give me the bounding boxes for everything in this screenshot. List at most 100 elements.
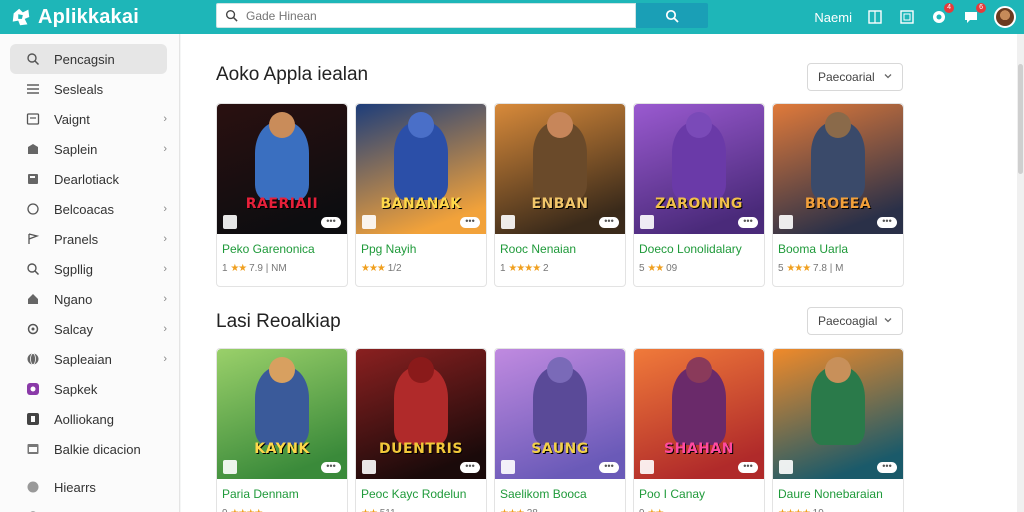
sidebar-item[interactable]: Sesleals bbox=[10, 74, 167, 104]
sidebar-item[interactable]: Saplein › bbox=[10, 134, 167, 164]
app-name[interactable]: Doeco Lonolidalary bbox=[639, 242, 764, 256]
app-card[interactable]: ENBAN ••• Rooc Nenaian 1 ★★★★ 2 bbox=[494, 103, 626, 287]
app-thumbnail[interactable]: BANANAK ••• bbox=[356, 104, 486, 234]
app-card[interactable]: BROEEA ••• Booma Uarla 5 ★★★ 7.8 | M bbox=[772, 103, 904, 287]
user-avatar[interactable] bbox=[994, 6, 1016, 28]
sidebar-item[interactable]: Ngano › bbox=[10, 284, 167, 314]
app-thumbnail[interactable]: ENBAN ••• bbox=[495, 104, 625, 234]
app-badge bbox=[640, 460, 654, 474]
sort-label: Paecoarial bbox=[818, 70, 875, 84]
app-name[interactable]: Poo I Canay bbox=[639, 487, 764, 501]
search-input[interactable] bbox=[246, 8, 626, 23]
character-head bbox=[547, 357, 573, 383]
sidebar-item[interactable]: Belcoacas › bbox=[10, 194, 167, 224]
sidebar-item[interactable]: Hiearrs bbox=[10, 472, 167, 502]
search-icon bbox=[225, 9, 238, 22]
app-thumbnail[interactable]: SHAHAN ••• bbox=[634, 349, 764, 479]
sidebar-item[interactable]: Vaignt › bbox=[10, 104, 167, 134]
app-stats: 511 bbox=[380, 508, 396, 512]
search-button[interactable] bbox=[636, 3, 708, 28]
rating-value: 5 bbox=[639, 263, 645, 274]
card-row: KAYNK••• Paria Dennam 9 ★★★★ DUENTRIS••• Pe… bbox=[216, 348, 911, 512]
more-options-icon[interactable]: ••• bbox=[599, 462, 619, 473]
sidebar-item[interactable]: Dearlotiack bbox=[10, 164, 167, 194]
app-stats: 28 bbox=[527, 508, 538, 512]
more-options-icon[interactable]: ••• bbox=[599, 217, 619, 228]
sidebar-item[interactable]: Sapkek bbox=[10, 374, 167, 404]
sort-dropdown[interactable]: Paecoarial bbox=[807, 63, 903, 91]
rating-stars: ★★★★ bbox=[778, 508, 811, 512]
app-badge bbox=[362, 460, 376, 474]
sort-dropdown[interactable]: Paecoagial bbox=[807, 307, 903, 335]
sidebar-item-label: Sapleaian bbox=[54, 351, 112, 367]
sidebar-item[interactable]: Hiaopring bbox=[10, 502, 167, 512]
scrollbar-thumb[interactable] bbox=[1018, 64, 1023, 174]
more-options-icon[interactable]: ••• bbox=[460, 217, 480, 228]
app-card[interactable]: SHAHAN ••• Poo I Canay 9 ★★ bbox=[633, 348, 765, 512]
chevron-right-icon: › bbox=[163, 113, 167, 125]
app-thumbnail[interactable]: KAYNK ••• bbox=[217, 349, 347, 479]
app-thumbnail[interactable]: SAUNG ••• bbox=[495, 349, 625, 479]
sidebar-item-label: Sapkek bbox=[54, 381, 98, 397]
chevron-right-icon: › bbox=[163, 353, 167, 365]
more-options-icon[interactable]: ••• bbox=[460, 462, 480, 473]
sidebar-item-label: Vaignt bbox=[54, 111, 90, 127]
brand[interactable]: Aplikkakai bbox=[10, 6, 210, 29]
user-name[interactable]: Naemi bbox=[814, 10, 852, 25]
app-name[interactable]: Saelikom Booca bbox=[500, 487, 625, 501]
scrollbar[interactable] bbox=[1017, 34, 1024, 512]
app-stats: 7.8 | M bbox=[813, 263, 844, 274]
app-name[interactable]: Daure Nonebaraian bbox=[778, 487, 903, 501]
rating-stars: ★★ bbox=[230, 263, 247, 274]
app-card[interactable]: BANANAK ••• Ppg Nayih ★★★ 1/2 bbox=[355, 103, 487, 287]
app-badge bbox=[501, 460, 515, 474]
app-thumbnail[interactable]: ••• bbox=[773, 349, 903, 479]
book-icon bbox=[28, 174, 38, 184]
search-bar bbox=[216, 3, 708, 28]
app-thumbnail[interactable]: BROEEA ••• bbox=[773, 104, 903, 234]
app-name[interactable]: Rooc Nenaian bbox=[500, 242, 625, 256]
app-name[interactable]: Paria Dennam bbox=[222, 487, 347, 501]
app-card[interactable]: ••• Daure Nonebaraian ★★★★ 19 bbox=[772, 348, 904, 512]
sidebar-item[interactable]: Balkie dicacion bbox=[10, 434, 167, 464]
rating-stars: ★★ bbox=[647, 263, 664, 274]
app-meta: ★★★★ 19 bbox=[778, 508, 903, 512]
app-meta: ★★ 511 bbox=[361, 508, 486, 512]
character-head bbox=[269, 112, 295, 138]
more-options-icon[interactable]: ••• bbox=[877, 217, 897, 228]
grid-icon[interactable] bbox=[866, 8, 884, 26]
more-options-icon[interactable]: ••• bbox=[321, 462, 341, 473]
main-content: Aoko Appla iealan Paecoarial RAERIAII •••… bbox=[181, 34, 1017, 512]
square-icon[interactable] bbox=[898, 8, 916, 26]
more-options-icon[interactable]: ••• bbox=[877, 462, 897, 473]
calendar-icon bbox=[27, 444, 39, 454]
chat-icon[interactable]: 6 bbox=[962, 3, 986, 26]
sidebar-item[interactable]: Sgpllig › bbox=[10, 254, 167, 284]
sidebar-item[interactable]: Aolliokang bbox=[10, 404, 167, 434]
sidebar-item[interactable]: Sapleaian › bbox=[10, 344, 167, 374]
app-name[interactable]: Ppg Nayih bbox=[361, 242, 486, 256]
app-thumbnail[interactable]: RAERIAII ••• bbox=[217, 104, 347, 234]
app-card[interactable]: ZARONING ••• Doeco Lonolidalary 5 ★★ 09 bbox=[633, 103, 765, 287]
sidebar-item[interactable]: Pranels › bbox=[10, 224, 167, 254]
app-name[interactable]: Booma Uarla bbox=[778, 242, 903, 256]
app-card[interactable]: DUENTRIS ••• Peoc Kayc Rodelun ★★ 511 bbox=[355, 348, 487, 512]
app-name[interactable]: Peoc Kayc Rodelun bbox=[361, 487, 486, 501]
app-name[interactable]: Peko Garenonica bbox=[222, 242, 347, 256]
more-options-icon[interactable]: ••• bbox=[738, 462, 758, 473]
app-card[interactable]: RAERIAII ••• Peko Garenonica 1 ★★ 7.9 | NM bbox=[216, 103, 348, 287]
sidebar-item[interactable]: Pencagsin bbox=[10, 44, 167, 74]
app-card[interactable]: SAUNG ••• Saelikom Booca ★★★ 28 bbox=[494, 348, 626, 512]
game-logo: ENBAN bbox=[531, 196, 589, 212]
sidebar-item[interactable]: Salcay › bbox=[10, 314, 167, 344]
rating-value: 9 bbox=[222, 508, 228, 512]
more-options-icon[interactable]: ••• bbox=[321, 217, 341, 228]
app-thumbnail[interactable]: DUENTRIS ••• bbox=[356, 349, 486, 479]
app-badge bbox=[779, 215, 793, 229]
search-field[interactable] bbox=[216, 3, 636, 28]
app-card[interactable]: KAYNK ••• Paria Dennam 9 ★★★★ bbox=[216, 348, 348, 512]
more-options-icon[interactable]: ••• bbox=[738, 217, 758, 228]
app-name: Aplikkakai bbox=[38, 5, 139, 28]
notification-icon[interactable]: 4 bbox=[930, 3, 954, 26]
app-thumbnail[interactable]: ZARONING ••• bbox=[634, 104, 764, 234]
